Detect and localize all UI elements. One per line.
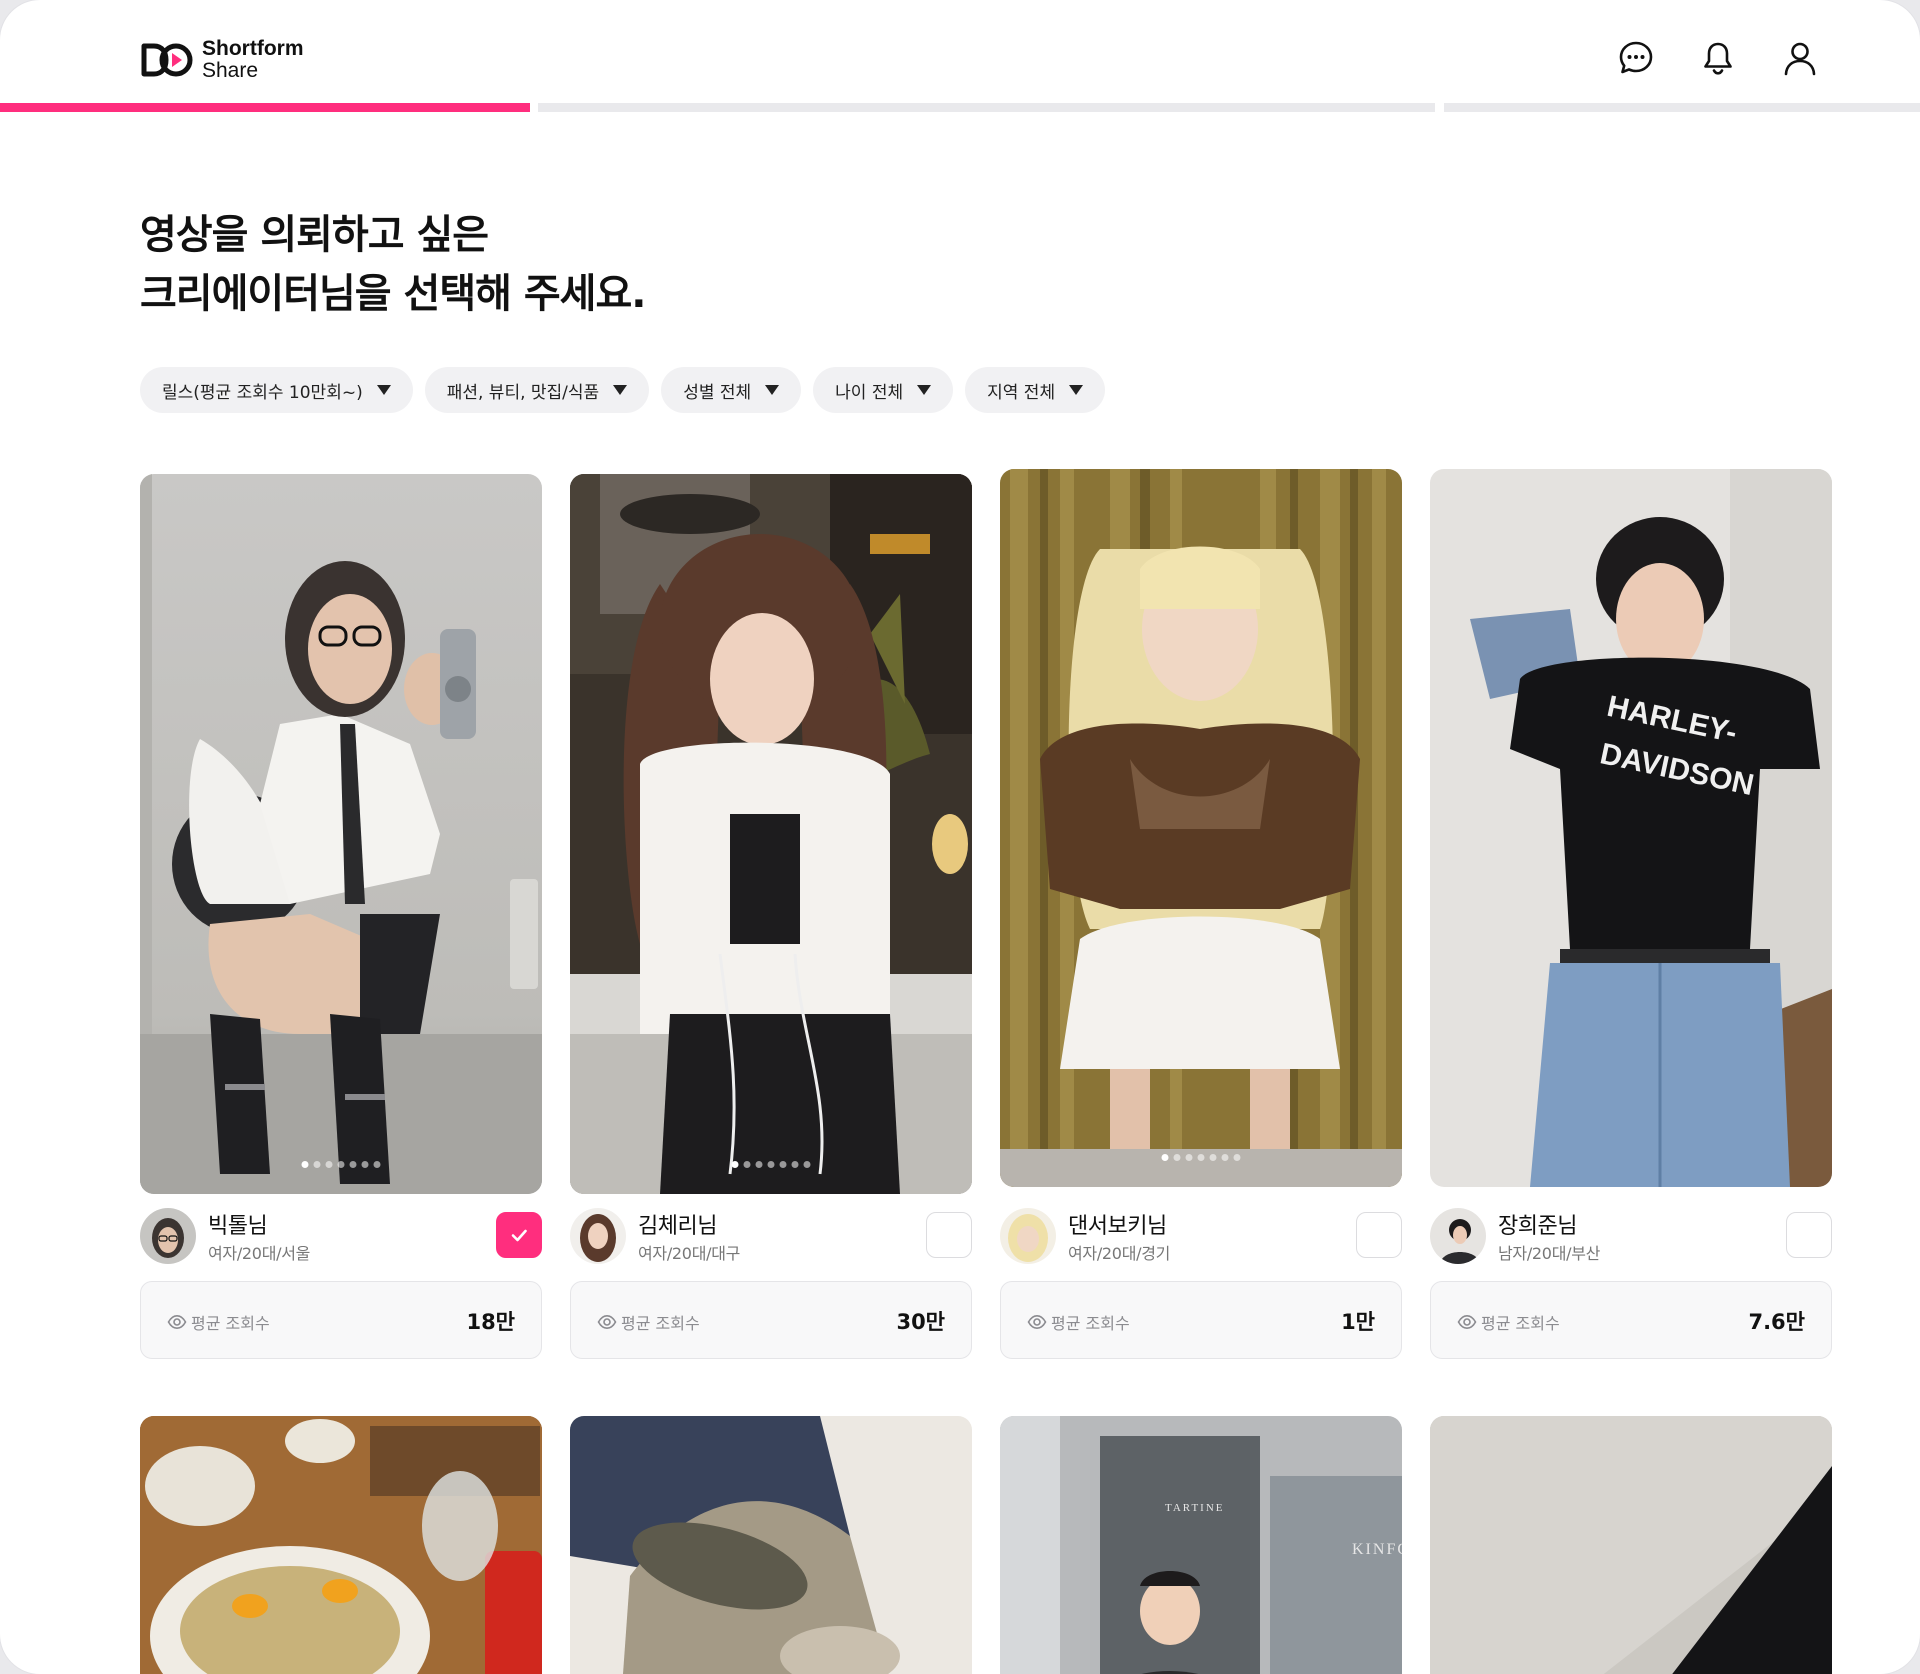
creator-photo[interactable] [140, 1416, 542, 1674]
filter-label: 성별 전체 [683, 382, 752, 403]
select-checkbox[interactable] [926, 1212, 972, 1258]
store-sign-2: KINFO [1352, 1541, 1402, 1558]
eye-icon [1457, 1314, 1477, 1330]
app-frame: Shortform Share 영상을 의뢰하고 싶은 크리에이터님을 선택해 … [0, 0, 1920, 1674]
photo-pagination [1161, 1154, 1241, 1161]
creator-photo[interactable]: TARTINE KINFO [1000, 1416, 1402, 1674]
avg-views-label: 평균 조회수 [1481, 1314, 1560, 1333]
filter-label: 패션, 뷰티, 맛집/식품 [446, 382, 600, 403]
progress-step-3 [1444, 103, 1920, 112]
creator-meta: 여자/20대/서울 [208, 1244, 311, 1263]
avg-views-box: 평균 조회수 1만 [1000, 1281, 1402, 1359]
eye-icon [167, 1314, 187, 1330]
page-title: 영상을 의뢰하고 싶은 크리에이터님을 선택해 주세요. [140, 206, 646, 324]
avg-views-value: 7.6만 [1748, 1310, 1805, 1334]
filter-label: 릴스(평균 조회수 10만회~) [162, 382, 363, 403]
avatar [1430, 1208, 1486, 1264]
avg-views-box: 평균 조회수 7.6만 [1430, 1281, 1832, 1359]
photo-pagination [731, 1161, 811, 1168]
avg-views-label: 평균 조회수 [191, 1314, 270, 1333]
chat-icon[interactable] [1616, 38, 1656, 78]
bell-icon[interactable] [1698, 38, 1738, 78]
page-title-line2: 크리에이터님을 선택해 주세요. [140, 271, 646, 317]
avg-views-value: 30만 [896, 1310, 945, 1334]
progress-step-1 [0, 103, 530, 112]
creator-photo[interactable] [140, 474, 542, 1194]
filter-region[interactable]: 지역 전체 [965, 367, 1106, 413]
store-sign: TARTINE [1165, 1502, 1225, 1514]
eye-icon [597, 1314, 617, 1330]
logo-mark-icon [141, 43, 193, 77]
select-checkbox[interactable] [496, 1212, 542, 1258]
creator-photo[interactable] [570, 1416, 972, 1674]
avatar [1000, 1208, 1056, 1264]
filter-label: 나이 전체 [835, 382, 904, 403]
creator-photo[interactable] [570, 474, 972, 1194]
avg-views-label: 평균 조회수 [621, 1314, 700, 1333]
avg-views-value: 1만 [1341, 1310, 1375, 1334]
progress-step-2 [538, 103, 1435, 112]
creator-meta: 남자/20대/부산 [1498, 1244, 1601, 1263]
step-progress [0, 103, 1920, 112]
caret-down-icon [1069, 385, 1084, 395]
filter-platform[interactable]: 릴스(평균 조회수 10만회~) [140, 367, 413, 413]
creator-info: 댄서보키님 여자/20대/경기 [1000, 1208, 1402, 1264]
creator-name: 댄서보키님 [1068, 1214, 1167, 1239]
page-title-line1: 영상을 의뢰하고 싶은 [140, 212, 489, 258]
avatar [570, 1208, 626, 1264]
creator-name: 장희준님 [1498, 1214, 1577, 1239]
filter-age[interactable]: 나이 전체 [813, 367, 954, 413]
caret-down-icon [376, 385, 391, 395]
filter-label: 지역 전체 [987, 382, 1056, 403]
creator-meta: 여자/20대/대구 [638, 1244, 741, 1263]
filter-bar: 릴스(평균 조회수 10만회~) 패션, 뷰티, 맛집/식품 성별 전체 나이 … [140, 367, 1106, 413]
brand-name-line2: Share [202, 59, 259, 83]
creator-photo[interactable] [1000, 469, 1402, 1187]
filter-gender[interactable]: 성별 전체 [661, 367, 802, 413]
creator-photo[interactable] [1430, 1416, 1832, 1674]
creator-name: 김체리님 [638, 1214, 717, 1239]
caret-down-icon [613, 385, 628, 395]
creator-name: 빅톨님 [208, 1214, 268, 1239]
avatar [140, 1208, 196, 1264]
creator-meta: 여자/20대/경기 [1068, 1244, 1171, 1263]
brand-name-line1: Shortform [202, 37, 304, 60]
eye-icon [1027, 1314, 1047, 1330]
filter-category[interactable]: 패션, 뷰티, 맛집/식품 [424, 367, 650, 413]
avg-views-box: 평균 조회수 18만 [140, 1281, 542, 1359]
avg-views-label: 평균 조회수 [1051, 1314, 1130, 1333]
creator-info: 장희준님 남자/20대/부산 [1430, 1208, 1832, 1264]
avg-views-value: 18만 [466, 1310, 515, 1334]
caret-down-icon [765, 385, 780, 395]
select-checkbox[interactable] [1786, 1212, 1832, 1258]
user-icon[interactable] [1780, 38, 1820, 78]
logo[interactable]: Shortform Share [140, 37, 304, 83]
creator-photo[interactable]: HARLEY- DAVIDSON [1430, 469, 1832, 1187]
photo-pagination [301, 1161, 381, 1168]
caret-down-icon [917, 385, 932, 395]
select-checkbox[interactable] [1356, 1212, 1402, 1258]
check-icon [511, 1229, 527, 1242]
header: Shortform Share [0, 0, 1920, 104]
creator-info: 김체리님 여자/20대/대구 [570, 1208, 972, 1264]
creator-info: 빅톨님 여자/20대/서울 [140, 1208, 542, 1264]
avg-views-box: 평균 조회수 30만 [570, 1281, 972, 1359]
